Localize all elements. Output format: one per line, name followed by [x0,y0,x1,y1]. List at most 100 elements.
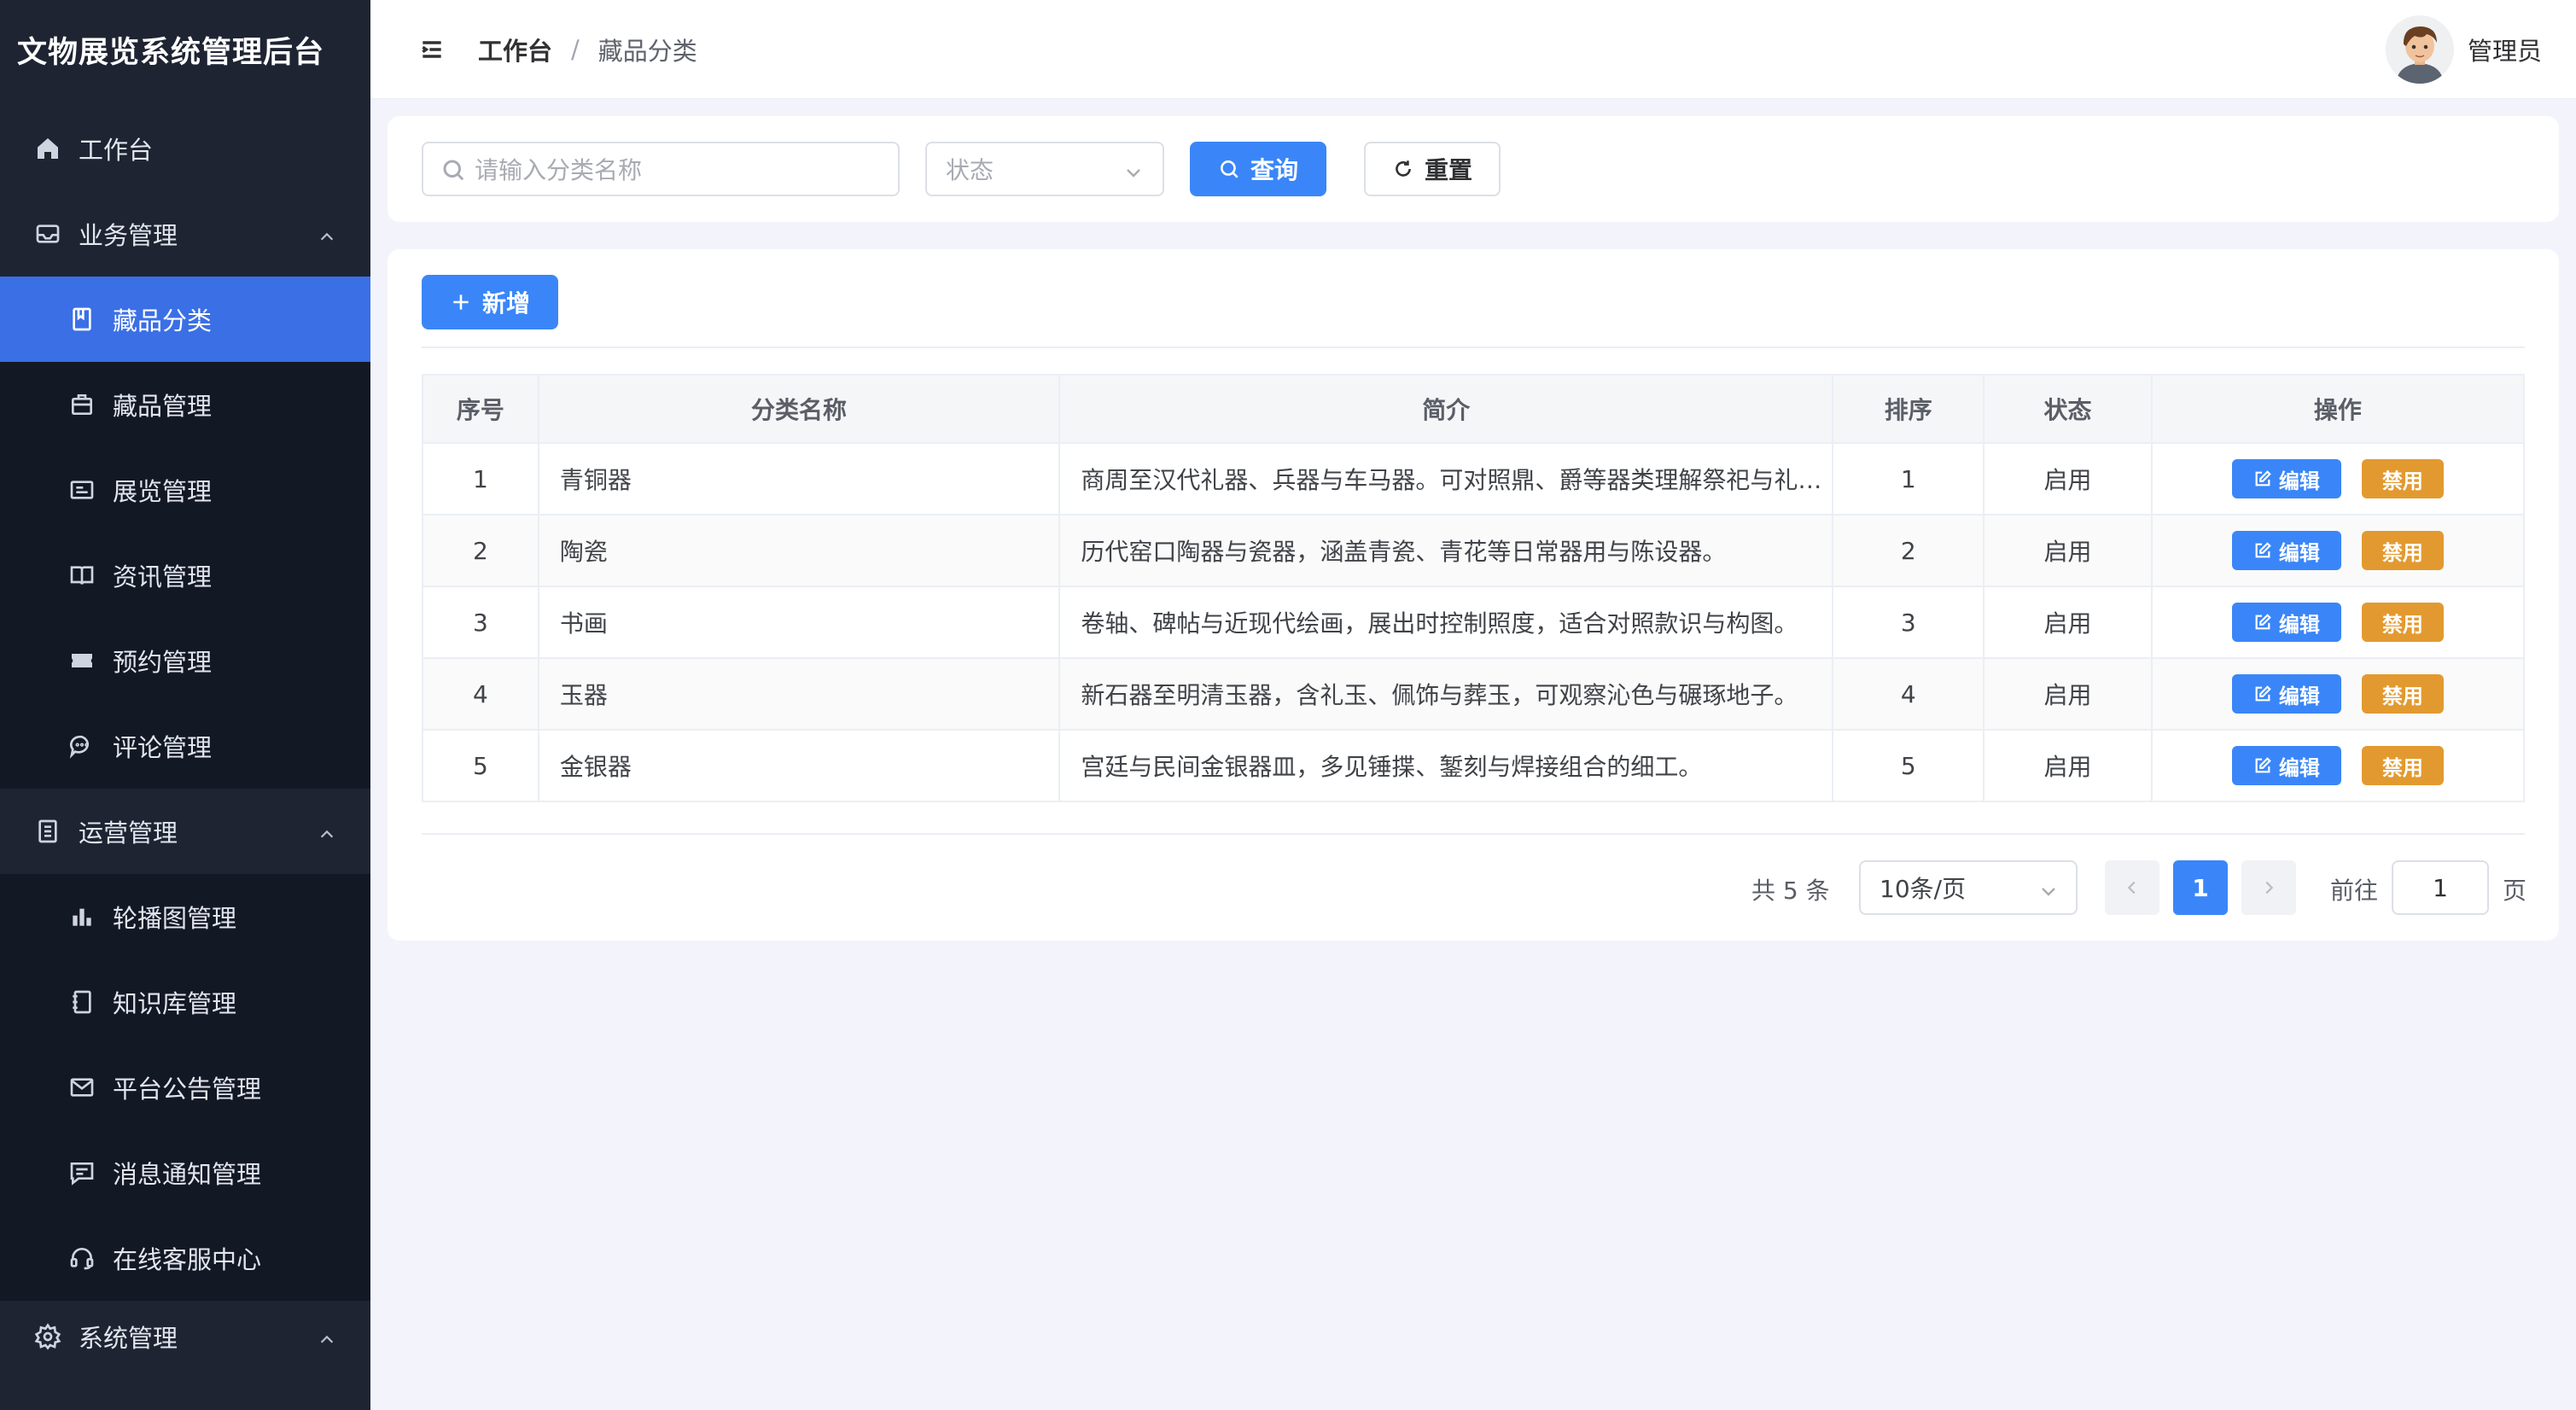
sidebar-item-collection-category[interactable]: 藏品分类 [0,277,370,362]
cell-actions: 编辑 禁用 [2150,514,2526,587]
cell-desc: 卷轴、碑帖与近现代绘画，展出时控制照度，适合对照款识与构图。 [1058,586,1834,659]
category-table: 序号 分类名称 简介 排序 状态 操作 1 青铜器 商周至汉代礼器、兵器与车马器… [422,374,2526,802]
cell-desc-text: 历代窑口陶器与瓷器，涵盖青瓷、青花等日常器用与陈设器。 [1081,538,1727,566]
sidebar-item-customer-service[interactable]: 在线客服中心 [0,1215,370,1301]
goto-page-input[interactable]: 1 [2392,860,2489,915]
disable-button[interactable]: 禁用 [2361,531,2444,570]
disable-button[interactable]: 禁用 [2361,746,2444,785]
sidebar-item-comment-manage[interactable]: 评论管理 [0,703,370,789]
notebook-icon [68,988,96,1016]
cell-desc-text: 宫廷与民间金银器皿，多见锤揲、錾刻与焊接组合的细工。 [1081,753,1703,781]
sidebar-item-label: 系统管理 [79,1324,178,1353]
sidebar-item-label: 资讯管理 [113,562,213,591]
edit-button[interactable]: 编辑 [2231,746,2341,785]
sidebar-item-news-manage[interactable]: 资讯管理 [0,533,370,618]
sidebar-item-banner-manage[interactable]: 轮播图管理 [0,874,370,959]
breadcrumb: 工作台 / 藏品分类 [478,32,697,67]
cell-index: 2 [422,514,539,587]
category-name-search-input[interactable]: 请输入分类名称 [422,142,900,196]
column-header-sort: 排序 [1832,374,1985,444]
page-number-current[interactable]: 1 [2173,860,2228,915]
search-panel: 请输入分类名称 状态 查询 重置 [388,116,2559,222]
sidebar-item-notification-manage[interactable]: 消息通知管理 [0,1130,370,1215]
edit-button[interactable]: 编辑 [2231,603,2341,642]
list-icon [34,818,61,845]
edit-icon [2253,756,2272,775]
app-title: 文物展览系统管理后台 [17,35,325,70]
cell-desc: 宫廷与民间金银器皿，多见锤揲、錾刻与焊接组合的细工。 [1058,729,1834,802]
prev-page-button[interactable] [2105,860,2159,915]
disable-button[interactable]: 禁用 [2361,459,2444,498]
ticket-icon [68,647,96,674]
inbox-icon [34,220,61,248]
disable-button[interactable]: 禁用 [2361,603,2444,642]
cell-name: 金银器 [537,729,1061,802]
sidebar-group-business[interactable]: 业务管理 [0,191,370,277]
edit-icon [2253,685,2272,703]
table-row: 3 书画 卷轴、碑帖与近现代绘画，展出时控制照度，适合对照款识与构图。 3 启用… [422,586,2526,659]
refresh-icon [1392,158,1414,180]
table-header-row: 序号 分类名称 简介 排序 状态 操作 [422,374,2526,444]
sidebar-item-label: 藏品管理 [113,392,213,421]
cell-actions: 编辑 禁用 [2150,657,2526,731]
edit-button[interactable]: 编辑 [2231,531,2341,570]
cell-desc: 商周至汉代礼器、兵器与车马器。可对照鼎、爵等器类理解祭祀与礼制。 [1058,442,1834,516]
disable-button[interactable]: 禁用 [2361,674,2444,714]
table-row: 1 青铜器 商周至汉代礼器、兵器与车马器。可对照鼎、爵等器类理解祭祀与礼制。 1… [422,442,2526,516]
avatar[interactable] [2385,15,2454,84]
cell-desc-text: 商周至汉代礼器、兵器与车马器。可对照鼎、爵等器类理解祭祀与礼制。 [1081,466,1833,494]
chevron-right-icon [2265,881,2274,894]
edit-label: 编辑 [2278,612,2320,637]
pagination: 共 5 条 10条/页 1 前往 1 页 [388,860,2559,915]
cell-sort: 2 [1832,514,1985,587]
edit-icon [2253,613,2272,632]
menu-fold-icon[interactable] [418,36,446,63]
breadcrumb-home[interactable]: 工作台 [478,32,552,67]
top-header: 工作台 / 藏品分类 管理员 [370,0,2576,99]
sidebar-item-dashboard[interactable]: 工作台 [0,106,370,191]
sidebar-item-label: 藏品分类 [113,306,213,335]
cell-name: 书画 [537,586,1061,659]
card-icon [68,476,96,504]
cell-actions: 编辑 禁用 [2150,442,2526,516]
query-button[interactable]: 查询 [1190,142,1326,196]
user-name[interactable]: 管理员 [2468,32,2542,67]
edit-label: 编辑 [2278,469,2320,493]
page-size-select[interactable]: 10条/页 [1859,860,2078,915]
chevron-down-icon [1123,160,1144,181]
pagination-total: 共 5 条 [1751,877,1830,905]
sidebar-item-collection-manage[interactable]: 藏品管理 [0,362,370,447]
cell-sort: 4 [1832,657,1985,731]
reset-button[interactable]: 重置 [1364,142,1501,196]
sidebar-item-announcement-manage[interactable]: 平台公告管理 [0,1045,370,1130]
edit-button[interactable]: 编辑 [2231,459,2341,498]
column-header-name: 分类名称 [537,374,1061,444]
status-select[interactable]: 状态 [925,142,1164,196]
add-button[interactable]: 新增 [422,275,558,329]
chevron-left-icon [2127,881,2136,894]
sidebar-item-label: 工作台 [79,136,154,165]
sidebar-item-knowledge-manage[interactable]: 知识库管理 [0,959,370,1045]
cell-desc-text: 新石器至明清玉器，含礼玉、佩饰与葬玉，可观察沁色与碾琢地子。 [1081,681,1798,709]
chevron-down-icon [2038,879,2059,900]
edit-label: 编辑 [2278,684,2320,708]
user-menu[interactable]: 管理员 [2385,15,2542,84]
chevron-up-icon [318,1326,336,1345]
bar-chart-icon [68,903,96,930]
cell-index: 3 [422,586,539,659]
sidebar-item-exhibition-manage[interactable]: 展览管理 [0,447,370,533]
table-row: 4 玉器 新石器至明清玉器，含礼玉、佩饰与葬玉，可观察沁色与碾琢地子。 4 启用… [422,657,2526,731]
next-page-button[interactable] [2241,860,2296,915]
sidebar-group-system[interactable]: 系统管理 [0,1294,370,1379]
edit-label: 编辑 [2278,755,2320,780]
sidebar-group-operations[interactable]: 运营管理 [0,789,370,874]
sidebar-item-booking-manage[interactable]: 预约管理 [0,618,370,703]
home-icon [34,135,61,162]
sidebar-item-label: 轮播图管理 [113,904,237,933]
chevron-up-icon [318,224,336,242]
cell-sort: 5 [1832,729,1985,802]
page-size-value: 10条/页 [1880,875,1967,903]
headset-icon [68,1244,96,1272]
search-placeholder: 请输入分类名称 [475,156,643,184]
edit-button[interactable]: 编辑 [2231,674,2341,714]
